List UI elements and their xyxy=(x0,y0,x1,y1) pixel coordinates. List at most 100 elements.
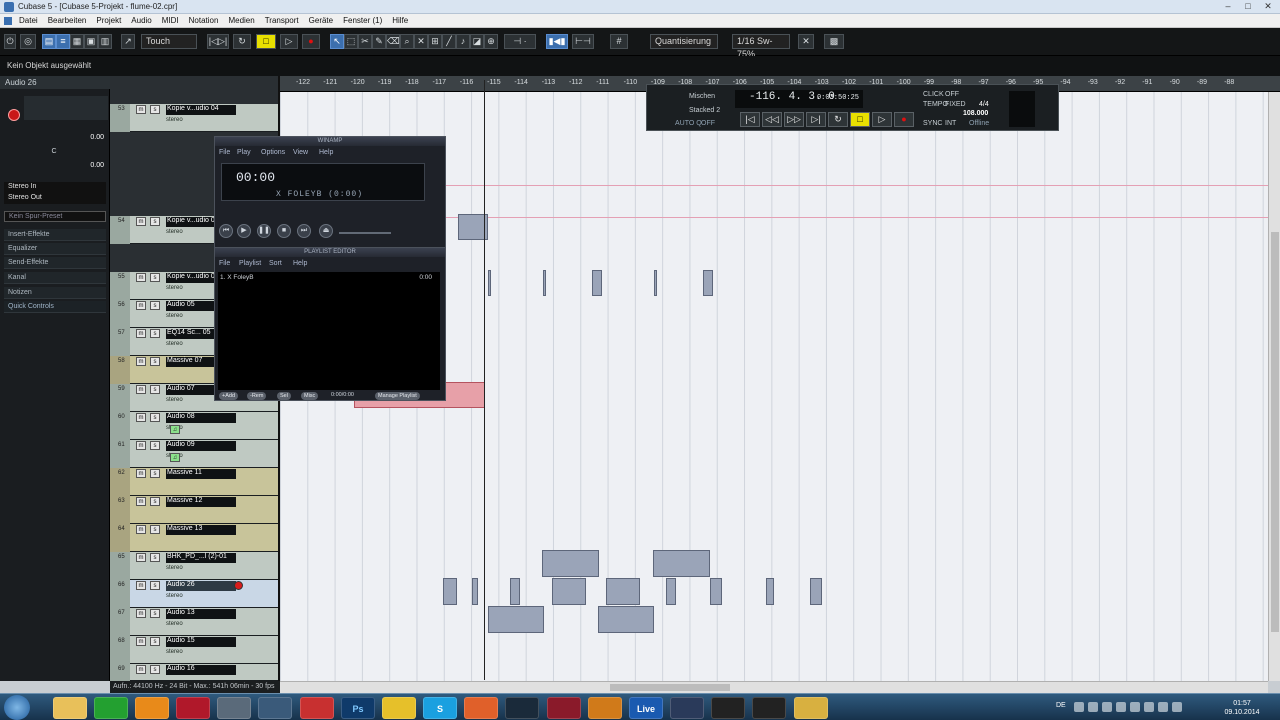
monitor-button[interactable]: ♫ xyxy=(170,425,180,434)
mute-button[interactable]: m xyxy=(136,637,146,646)
system-clock[interactable]: 01:57 09.10.2014 xyxy=(1218,699,1266,717)
activate-project-button[interactable]: ⏻ xyxy=(4,34,16,49)
inspector-track-name[interactable]: Audio 26 xyxy=(0,76,110,89)
remove-button[interactable]: -Rem xyxy=(247,392,267,400)
solo-button[interactable]: s xyxy=(150,105,160,114)
zoom-tool[interactable]: ⌕ xyxy=(400,34,414,49)
track-row[interactable]: 60msAudio 08stereo♫ xyxy=(110,412,278,440)
section-notes[interactable]: Notizen xyxy=(4,287,106,299)
mute-button[interactable]: m xyxy=(136,357,146,366)
playlist-item[interactable]: 1. X FoleyB xyxy=(220,274,254,281)
show-mixer-button[interactable]: ▥ xyxy=(98,34,112,49)
record-enable-icon[interactable] xyxy=(8,109,20,121)
sync-label[interactable]: SYNC xyxy=(923,120,942,127)
mute-tool[interactable]: ✕ xyxy=(414,34,428,49)
transport-stop-button[interactable]: □ xyxy=(850,112,870,127)
monitor-button[interactable]: ♫ xyxy=(170,453,180,462)
color-menu-icon[interactable]: ▩ xyxy=(824,34,844,49)
playlist-menu-file[interactable]: File xyxy=(219,260,230,267)
track-row[interactable]: 69 m s Audio 16 xyxy=(110,664,278,681)
app-icon[interactable] xyxy=(794,697,828,719)
audio-event[interactable] xyxy=(542,550,599,577)
firefox-icon[interactable] xyxy=(464,697,498,719)
audio-event[interactable] xyxy=(598,606,654,633)
track-row[interactable]: 64 m s Massive 13 xyxy=(110,524,278,552)
section-send-effects[interactable]: Send-Effekte xyxy=(4,257,106,269)
track-row[interactable]: 61msAudio 09stereo♫ xyxy=(110,440,278,468)
go-to-start-button[interactable]: |◁▷| xyxy=(207,34,229,49)
pan-value[interactable]: C xyxy=(24,148,84,158)
track-row[interactable]: 62 m s Massive 11 xyxy=(110,468,278,496)
snap-type-select[interactable]: ⊢⊣ xyxy=(572,34,594,49)
eject-icon[interactable]: ⏏ xyxy=(319,224,333,238)
solo-button[interactable]: s xyxy=(150,329,160,338)
mute-button[interactable]: m xyxy=(136,497,146,506)
show-inspector-button[interactable]: ▤ xyxy=(42,34,56,49)
transport-start-button[interactable]: |◁ xyxy=(740,112,760,127)
color-tool[interactable]: ◪ xyxy=(470,34,484,49)
transport-play-button[interactable]: ▷ xyxy=(872,112,892,127)
play-icon[interactable]: ▶ xyxy=(237,224,251,238)
fl-studio-icon[interactable] xyxy=(94,697,128,719)
app-icon[interactable] xyxy=(711,697,745,719)
solo-button[interactable]: s xyxy=(150,469,160,478)
audio-event[interactable] xyxy=(654,270,657,296)
track-row[interactable]: 63 m s Massive 12 xyxy=(110,496,278,524)
solo-button[interactable]: s xyxy=(150,665,160,674)
minimize-button[interactable]: – xyxy=(1220,1,1236,12)
show-overview-button[interactable]: ▦ xyxy=(70,34,84,49)
mute-button[interactable]: m xyxy=(136,525,146,534)
playlist-title[interactable]: PLAYLIST EDITOR xyxy=(215,248,445,257)
show-pool-button[interactable]: ▣ xyxy=(84,34,98,49)
tray-icon[interactable] xyxy=(1088,702,1098,712)
volume-icon[interactable] xyxy=(1172,702,1182,712)
show-info-button[interactable]: ≡ xyxy=(56,34,70,49)
explorer-icon[interactable] xyxy=(53,697,87,719)
menu-medien[interactable]: Medien xyxy=(223,14,259,28)
select-button[interactable]: Sel xyxy=(277,392,291,400)
audio-event[interactable] xyxy=(710,578,722,605)
solo-button[interactable]: s xyxy=(150,301,160,310)
inspector-track-buttons[interactable] xyxy=(24,96,108,120)
photoshop-icon[interactable]: Ps xyxy=(341,697,375,719)
scroll-thumb[interactable] xyxy=(610,684,730,691)
track-preset-select[interactable]: Kein Spur-Preset xyxy=(4,211,106,222)
previous-icon[interactable]: ⏮ xyxy=(219,224,233,238)
mute-button[interactable]: m xyxy=(136,217,146,226)
mute-button[interactable]: m xyxy=(136,581,146,590)
app-icon[interactable] xyxy=(258,697,292,719)
playlist-menu-help[interactable]: Help xyxy=(293,260,307,267)
record-button[interactable]: ● xyxy=(302,34,320,49)
object-select-tool[interactable]: ↖ xyxy=(330,34,344,49)
audio-event[interactable] xyxy=(592,270,602,296)
app-icon[interactable] xyxy=(588,697,622,719)
output-routing-select[interactable]: Stereo Out xyxy=(4,193,106,204)
solo-button[interactable]: s xyxy=(150,637,160,646)
record-mode-label[interactable]: Mischen xyxy=(689,93,715,100)
rewind-button[interactable]: ◁◁ xyxy=(762,112,782,127)
range-tool[interactable]: ⬚ xyxy=(344,34,358,49)
menu-fenster[interactable]: Fenster (1) xyxy=(338,14,387,28)
mute-button[interactable]: m xyxy=(136,553,146,562)
play-tool[interactable]: ♪ xyxy=(456,34,470,49)
audio-event[interactable] xyxy=(510,578,520,605)
volume-slider[interactable] xyxy=(339,232,391,234)
menu-hilfe[interactable]: Hilfe xyxy=(387,14,413,28)
audio-event[interactable] xyxy=(666,578,676,605)
solo-button[interactable]: s xyxy=(150,385,160,394)
erase-tool[interactable]: ⌫ xyxy=(386,34,400,49)
skype-icon[interactable]: S xyxy=(423,697,457,719)
app-icon[interactable] xyxy=(217,697,251,719)
audio-event[interactable] xyxy=(552,578,586,605)
click-state[interactable]: OFF xyxy=(945,91,959,98)
scroll-thumb[interactable] xyxy=(1271,232,1279,632)
playlist-menu-playlist[interactable]: Playlist xyxy=(239,260,261,267)
menu-geraete[interactable]: Geräte xyxy=(304,14,338,28)
audio-event[interactable] xyxy=(766,578,774,605)
click-label[interactable]: CLICK xyxy=(923,91,944,98)
transport-cycle-button[interactable]: ↻ xyxy=(828,112,848,127)
constrain-delay-icon[interactable]: ◎ xyxy=(20,34,36,49)
tempo-value[interactable]: 108.000 xyxy=(963,110,988,117)
automation-mode-icon[interactable]: ↗ xyxy=(121,34,135,49)
project-cursor[interactable] xyxy=(484,80,485,680)
